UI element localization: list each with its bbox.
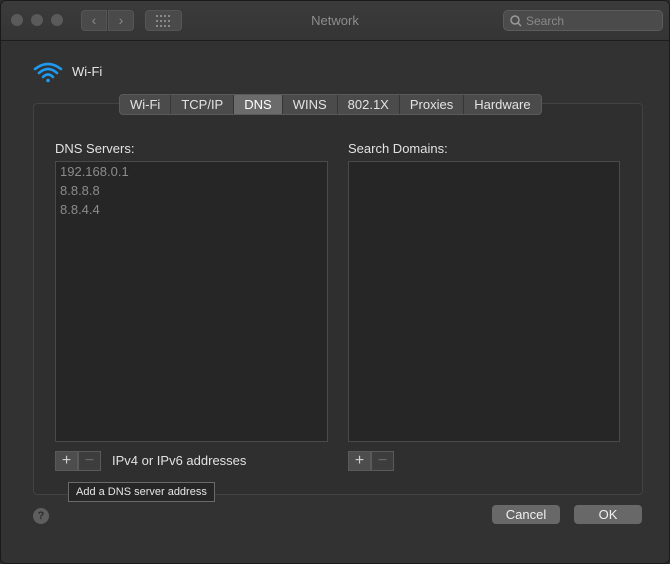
dns-server-entry[interactable]: 192.168.0.1 [56, 162, 327, 181]
remove-search-domain-button[interactable]: − [371, 451, 394, 471]
interface-name: Wi-Fi [72, 64, 103, 79]
search-field[interactable] [503, 10, 663, 31]
remove-dns-server-button[interactable]: − [78, 451, 101, 471]
wifi-icon [33, 62, 63, 83]
dns-servers-list[interactable]: 192.168.0.1 8.8.8.8 8.8.4.4 [55, 161, 328, 442]
title-bar: ‹ › Network [1, 1, 669, 41]
tab-bar: Wi-Fi TCP/IP DNS WINS 802.1X Proxies Har… [119, 94, 542, 115]
dns-server-entry[interactable]: 8.8.4.4 [56, 200, 327, 219]
tab-hardware[interactable]: Hardware [464, 95, 540, 114]
help-button[interactable]: ? [33, 508, 49, 524]
tooltip: Add a DNS server address [68, 482, 215, 502]
add-dns-server-button[interactable]: + [55, 451, 78, 471]
tab-tcpip[interactable]: TCP/IP [171, 95, 235, 114]
search-domains-label: Search Domains: [348, 141, 448, 156]
dns-servers-label: DNS Servers: [55, 141, 135, 156]
network-window: ‹ › Network Wi-Fi Wi-Fi [0, 0, 670, 564]
ok-button[interactable]: OK [574, 505, 642, 524]
tab-wifi[interactable]: Wi-Fi [120, 95, 172, 114]
dns-address-hint: IPv4 or IPv6 addresses [112, 453, 247, 468]
search-domains-list[interactable] [348, 161, 620, 442]
tab-wins[interactable]: WINS [283, 95, 338, 114]
tab-proxies[interactable]: Proxies [400, 95, 465, 114]
dns-server-entry[interactable]: 8.8.8.8 [56, 181, 327, 200]
search-icon [510, 15, 522, 27]
tab-dns[interactable]: DNS [234, 95, 283, 114]
tab-8021x[interactable]: 802.1X [338, 95, 400, 114]
search-input[interactable] [526, 13, 656, 28]
add-search-domain-button[interactable]: + [348, 451, 371, 471]
cancel-button[interactable]: Cancel [492, 505, 560, 524]
